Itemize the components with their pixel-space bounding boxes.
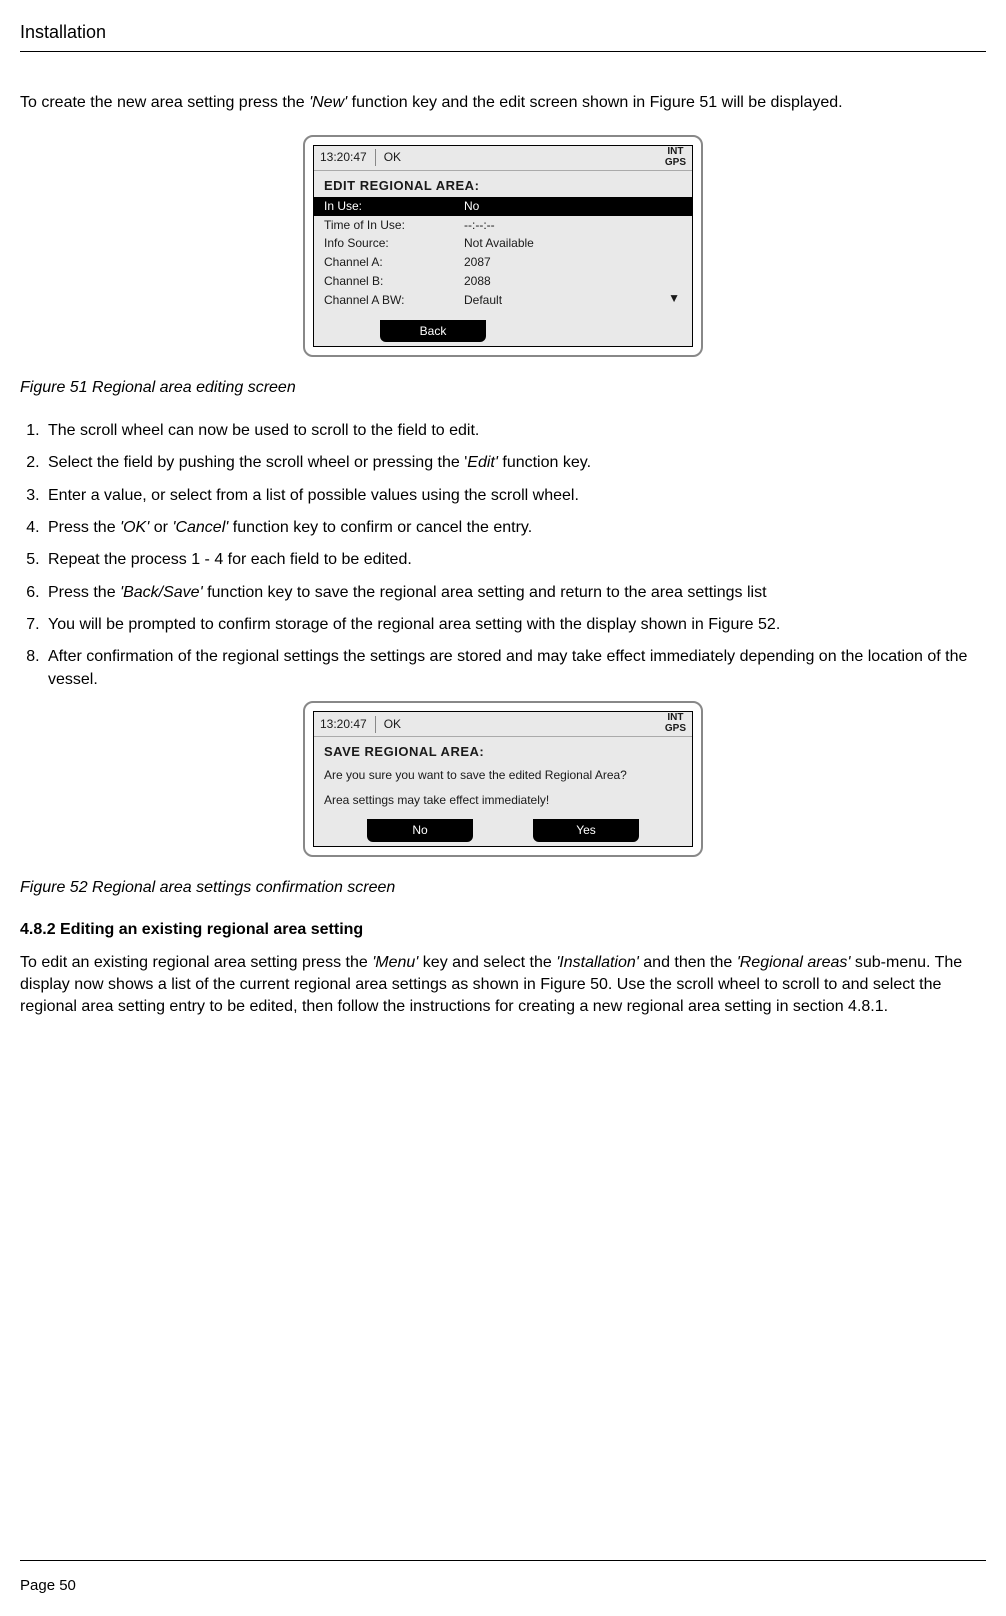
step-key: 'OK' <box>120 519 149 536</box>
step-text: Select the field by pushing the scroll w… <box>48 454 467 471</box>
intro-pre: To create the new area setting press the <box>20 94 309 111</box>
row-value: --:--:-- <box>464 217 682 234</box>
page-footer: Page 50 <box>20 1560 986 1596</box>
step-item: Enter a value, or select from a list of … <box>44 485 986 507</box>
row-label: Time of In Use: <box>324 217 464 234</box>
p-text: key and select the <box>418 954 556 971</box>
step-text: or <box>149 519 172 536</box>
p-key: 'Menu' <box>372 954 418 971</box>
row-label: Channel A BW: <box>324 292 464 309</box>
step-text: You will be prompted to confirm storage … <box>48 616 780 633</box>
step-text: Press the <box>48 584 120 601</box>
step-item: You will be prompted to confirm storage … <box>44 614 986 636</box>
step-text: The scroll wheel can now be used to scro… <box>48 422 479 439</box>
step-text: function key. <box>498 454 591 471</box>
p-text: To edit an existing regional area settin… <box>20 954 372 971</box>
status-gps: GPS <box>665 157 686 168</box>
step-item: After confirmation of the regional setti… <box>44 646 986 691</box>
step-text: Repeat the process 1 - 4 for each field … <box>48 551 412 568</box>
status-gps: GPS <box>665 723 686 734</box>
list-item[interactable]: Channel B: 2088 <box>314 272 692 291</box>
intro-key: 'New' <box>309 94 347 111</box>
device-status: OK <box>384 149 401 166</box>
step-key: 'Cancel' <box>172 519 228 536</box>
no-button[interactable]: No <box>367 819 473 842</box>
p-key: 'Regional areas' <box>737 954 851 971</box>
device-heading: SAVE REGIONAL AREA: <box>314 737 692 763</box>
row-value: 2087 <box>464 254 682 271</box>
intro-post: function key and the edit screen shown i… <box>347 94 842 111</box>
row-label: Channel A: <box>324 254 464 271</box>
p-key: 'Installation' <box>556 954 639 971</box>
list-item[interactable]: Time of In Use: --:--:-- <box>314 216 692 235</box>
device-list: In Use: No Time of In Use: --:--:-- Info… <box>314 197 692 314</box>
scroll-down-icon[interactable]: ▼ <box>668 290 680 307</box>
step-text: function key to confirm or cancel the en… <box>228 519 532 536</box>
device-top-bar: 13:20:47 OK INT GPS <box>314 146 692 171</box>
header-rule <box>20 51 986 52</box>
row-label: In Use: <box>324 198 464 215</box>
step-text: Enter a value, or select from a list of … <box>48 487 579 504</box>
step-item: Press the 'Back/Save' function key to sa… <box>44 582 986 604</box>
device-heading: EDIT REGIONAL AREA: <box>314 171 692 197</box>
device-button-row: No Yes <box>314 815 692 848</box>
row-label: Info Source: <box>324 235 464 252</box>
step-item: Select the field by pushing the scroll w… <box>44 452 986 474</box>
device-top-bar: 13:20:47 OK INT GPS <box>314 712 692 737</box>
status-int: INT <box>665 146 686 157</box>
step-item: Repeat the process 1 - 4 for each field … <box>44 549 986 571</box>
confirm-line-2: Area settings may take effect immediatel… <box>314 788 692 813</box>
device-status: OK <box>384 716 401 733</box>
step-item: The scroll wheel can now be used to scro… <box>44 420 986 442</box>
device-time: 13:20:47 <box>320 716 376 733</box>
row-value: No <box>464 198 682 215</box>
row-label: Channel B: <box>324 273 464 290</box>
page-header: Installation <box>20 20 986 45</box>
step-text: After confirmation of the regional setti… <box>48 648 967 687</box>
steps-list: The scroll wheel can now be used to scro… <box>44 420 986 692</box>
figure-52-caption: Figure 52 Regional area settings confirm… <box>20 877 986 899</box>
status-int: INT <box>665 712 686 723</box>
back-button[interactable]: Back <box>380 320 486 343</box>
step-text: function key to save the regional area s… <box>203 584 767 601</box>
yes-button[interactable]: Yes <box>533 819 639 842</box>
device-button-row: Back <box>314 316 692 349</box>
section-4-8-2-heading: 4.8.2 Editing an existing regional area … <box>20 919 986 941</box>
device-status-right: INT GPS <box>665 712 686 734</box>
step-key: 'Back/Save' <box>120 584 203 601</box>
row-value: 2088 <box>464 273 682 290</box>
device-time: 13:20:47 <box>320 149 376 166</box>
page-number: Page 50 <box>20 1575 986 1596</box>
step-key: Edit' <box>467 454 498 471</box>
device-status-right: INT GPS <box>665 146 686 168</box>
p-text: and then the <box>639 954 737 971</box>
list-item[interactable]: Channel A: 2087 <box>314 253 692 272</box>
list-item[interactable]: Channel A BW: Default <box>314 291 692 310</box>
section-4-8-2-paragraph: To edit an existing regional area settin… <box>20 952 986 1019</box>
figure-51-caption: Figure 51 Regional area editing screen <box>20 377 986 399</box>
device-screen-edit: 13:20:47 OK INT GPS EDIT REGIONAL AREA: … <box>303 135 703 358</box>
row-value: Not Available <box>464 235 682 252</box>
list-item[interactable]: Info Source: Not Available <box>314 234 692 253</box>
device-inner: 13:20:47 OK INT GPS EDIT REGIONAL AREA: … <box>313 145 693 348</box>
intro-paragraph: To create the new area setting press the… <box>20 92 986 114</box>
device-screen-save: 13:20:47 OK INT GPS SAVE REGIONAL AREA: … <box>303 701 703 857</box>
row-value: Default <box>464 292 682 309</box>
confirm-line-1: Are you sure you want to save the edited… <box>314 763 692 788</box>
list-item[interactable]: In Use: No <box>314 197 692 216</box>
step-item: Press the 'OK' or 'Cancel' function key … <box>44 517 986 539</box>
footer-rule <box>20 1560 986 1561</box>
step-text: Press the <box>48 519 120 536</box>
device-inner: 13:20:47 OK INT GPS SAVE REGIONAL AREA: … <box>313 711 693 847</box>
